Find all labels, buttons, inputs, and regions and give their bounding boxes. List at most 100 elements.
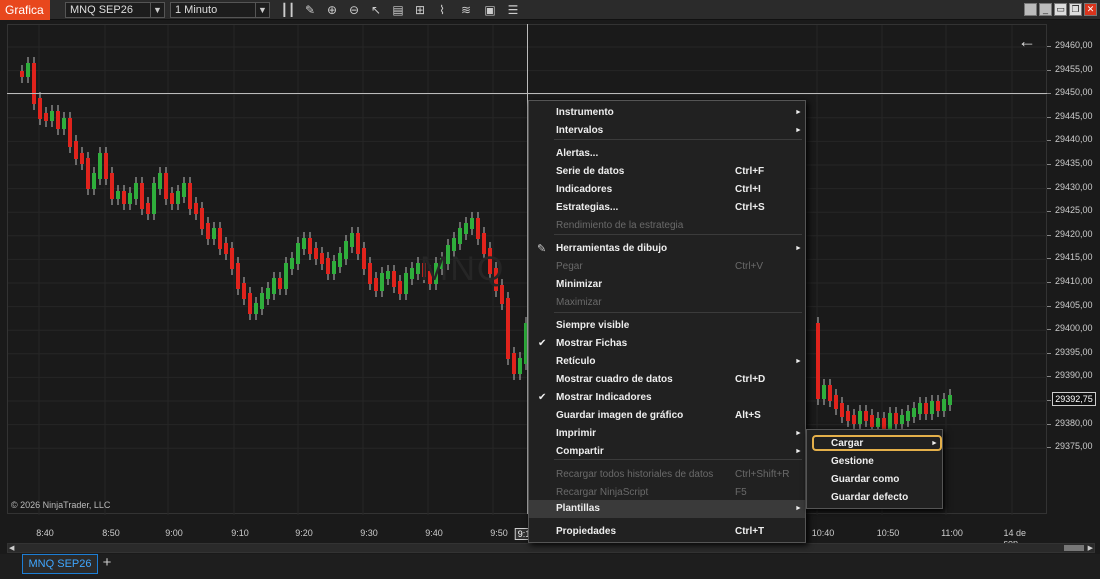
menu-item-label: Herramientas de dibujo bbox=[556, 243, 668, 254]
menu-item-compartir[interactable]: Compartir ► bbox=[529, 443, 805, 461]
time-label: 9:50 bbox=[490, 528, 508, 538]
candle-body bbox=[230, 248, 234, 269]
candle-body bbox=[314, 248, 318, 259]
strategy-analyzer-icon[interactable]: ▣ bbox=[482, 2, 498, 18]
candle-body bbox=[182, 183, 186, 197]
menu-item-serie-de-datos[interactable]: Serie de datos Ctrl+F bbox=[529, 163, 805, 181]
menu-item-maximizar: Maximizar bbox=[529, 294, 805, 312]
chart-window-title: Grafica bbox=[0, 0, 50, 20]
candle-body bbox=[146, 203, 150, 214]
zoom-in-icon[interactable]: ⊕ bbox=[324, 2, 340, 18]
menu-item-mostrar-cuadro-de-datos[interactable]: Mostrar cuadro de datos Ctrl+D bbox=[529, 371, 805, 389]
maximize-icon[interactable]: ❐ bbox=[1069, 3, 1082, 16]
chevron-down-icon[interactable]: ▼ bbox=[255, 3, 269, 17]
candle-body bbox=[350, 233, 354, 247]
check-icon: ✔ bbox=[538, 392, 547, 403]
menu-item-ret-culo[interactable]: Retículo ► bbox=[529, 353, 805, 371]
menu-item-label: Indicadores bbox=[556, 184, 613, 195]
close-icon[interactable]: ✕ bbox=[1084, 3, 1097, 16]
menu-item-intervalos[interactable]: Intervalos ► bbox=[529, 122, 805, 140]
price-label: 29440,00 bbox=[1055, 134, 1093, 145]
candle-body bbox=[506, 298, 510, 359]
price-tick bbox=[1047, 400, 1051, 401]
candle-body bbox=[92, 173, 96, 189]
horizontal-scrollbar[interactable]: ◀ ▶ bbox=[7, 543, 1095, 553]
price-axis[interactable]: 29460,00 29455,00 29450,00 29445,00 29440,00… bbox=[1047, 24, 1100, 514]
menu-item-mostrar-fichas[interactable]: ✔ Mostrar Fichas bbox=[529, 335, 805, 353]
submenu-item-guardar-defecto[interactable]: Guardar defecto bbox=[807, 489, 942, 507]
candle-body bbox=[20, 71, 24, 77]
candle-body bbox=[56, 111, 60, 129]
menu-item-imprimir[interactable]: Imprimir ► bbox=[529, 425, 805, 443]
submenu-item-gestione[interactable]: Gestione bbox=[807, 453, 942, 471]
tab-mnq-sep26[interactable]: MNQ SEP26 bbox=[22, 554, 98, 574]
indicators-icon[interactable]: ⌇ bbox=[434, 2, 450, 18]
candle-body bbox=[224, 243, 228, 254]
menu-item-plantillas[interactable]: Plantillas ► bbox=[529, 500, 805, 518]
menu-item-instrumento[interactable]: Instrumento ► bbox=[529, 104, 805, 122]
menu-item-minimizar[interactable]: Minimizar bbox=[529, 276, 805, 294]
zoom-out-icon[interactable]: ⊖ bbox=[346, 2, 362, 18]
menu-item-mostrar-indicadores[interactable]: ✔ Mostrar Indicadores bbox=[529, 389, 805, 407]
price-tick bbox=[1047, 305, 1051, 307]
menu-item-rendimiento-de-la-estrategia: Rendimiento de la estrategia bbox=[529, 217, 805, 235]
candle-body bbox=[834, 395, 838, 409]
back-arrow-icon[interactable]: ← bbox=[1018, 31, 1036, 52]
menu-item-label: Minimizar bbox=[556, 279, 603, 290]
pointer-icon[interactable]: ↖ bbox=[368, 2, 384, 18]
price-tick bbox=[1047, 187, 1051, 189]
candle-body bbox=[278, 278, 282, 289]
time-label: 8:50 bbox=[102, 528, 120, 538]
data-box-icon[interactable]: ▤ bbox=[390, 2, 406, 18]
candle-body bbox=[32, 63, 36, 104]
menu-item-label: Mostrar cuadro de datos bbox=[556, 374, 673, 385]
candle-body bbox=[942, 399, 946, 411]
properties-icon[interactable]: ≋ bbox=[458, 2, 474, 18]
restore-icon[interactable] bbox=[1024, 3, 1037, 16]
menu-item-propiedades[interactable]: Propiedades Ctrl+T bbox=[529, 523, 805, 541]
candle-body bbox=[272, 278, 276, 294]
menu-item-shortcut: Ctrl+D bbox=[735, 374, 766, 385]
time-label: 10:50 bbox=[876, 528, 900, 538]
price-tick bbox=[1047, 376, 1051, 378]
chevron-right-icon: ► bbox=[795, 127, 802, 134]
menu-item-siempre-visible[interactable]: Siempre visible bbox=[529, 317, 805, 335]
menu-item-label: Mostrar Indicadores bbox=[556, 392, 652, 403]
time-label: 8:40 bbox=[36, 528, 54, 538]
price-label: 29395,00 bbox=[1055, 346, 1093, 357]
price-tick bbox=[1047, 93, 1051, 95]
menu-list-icon[interactable]: ☰ bbox=[505, 2, 521, 18]
candle-body bbox=[458, 228, 462, 244]
pencil-icon[interactable]: ✎ bbox=[302, 2, 318, 18]
submenu-item-guardar-como[interactable]: Guardar como bbox=[807, 471, 942, 489]
candle-body bbox=[200, 208, 204, 229]
check-icon: ✔ bbox=[538, 338, 547, 349]
time-label: 9:00 bbox=[165, 528, 183, 538]
menu-item-alertas[interactable]: Alertas... bbox=[529, 145, 805, 163]
menu-item-indicadores[interactable]: Indicadores Ctrl+I bbox=[529, 181, 805, 199]
time-axis[interactable]: 8:40 8:50 9:00 9:10 9:20 9:30 9:40 9:50 9:1 10:40… bbox=[7, 522, 1047, 548]
candle-body bbox=[152, 183, 156, 214]
candle-body bbox=[380, 273, 384, 291]
chevron-down-icon[interactable]: ▼ bbox=[150, 3, 164, 17]
candle-body bbox=[392, 271, 396, 287]
menu-item-estrategias[interactable]: Estrategias... Ctrl+S bbox=[529, 199, 805, 217]
menu-item-shortcut: Ctrl+S bbox=[735, 202, 765, 213]
price-label: 29410,00 bbox=[1055, 276, 1093, 286]
menu-item-herramientas-de-dibujo[interactable]: ✎ Herramientas de dibujo ► bbox=[529, 240, 805, 258]
scroll-thumb[interactable] bbox=[1064, 545, 1084, 551]
interval-selector[interactable]: 1 Minuto ▼ bbox=[170, 2, 270, 18]
minimize-window-icon[interactable]: ▭ bbox=[1054, 3, 1067, 16]
scroll-left-icon[interactable]: ◀ bbox=[9, 544, 14, 552]
price-label: 29415,00 bbox=[1055, 252, 1093, 263]
instrument-selector[interactable]: MNQ SEP26 ▼ bbox=[65, 2, 165, 18]
bars-icon[interactable]: ┃┃ bbox=[280, 2, 296, 18]
strategy-icon[interactable]: ⊞ bbox=[412, 2, 428, 18]
add-tab-button[interactable]: + bbox=[99, 554, 115, 574]
scroll-right-icon[interactable]: ▶ bbox=[1088, 544, 1093, 552]
candle-body bbox=[38, 98, 42, 119]
minimize-icon[interactable]: _ bbox=[1039, 3, 1052, 16]
menu-item-guardar-imagen-de-gr-fico[interactable]: Guardar imagen de gráfico Alt+S bbox=[529, 407, 805, 425]
price-label: 29430,00 bbox=[1055, 181, 1093, 192]
candle-body bbox=[864, 411, 868, 421]
